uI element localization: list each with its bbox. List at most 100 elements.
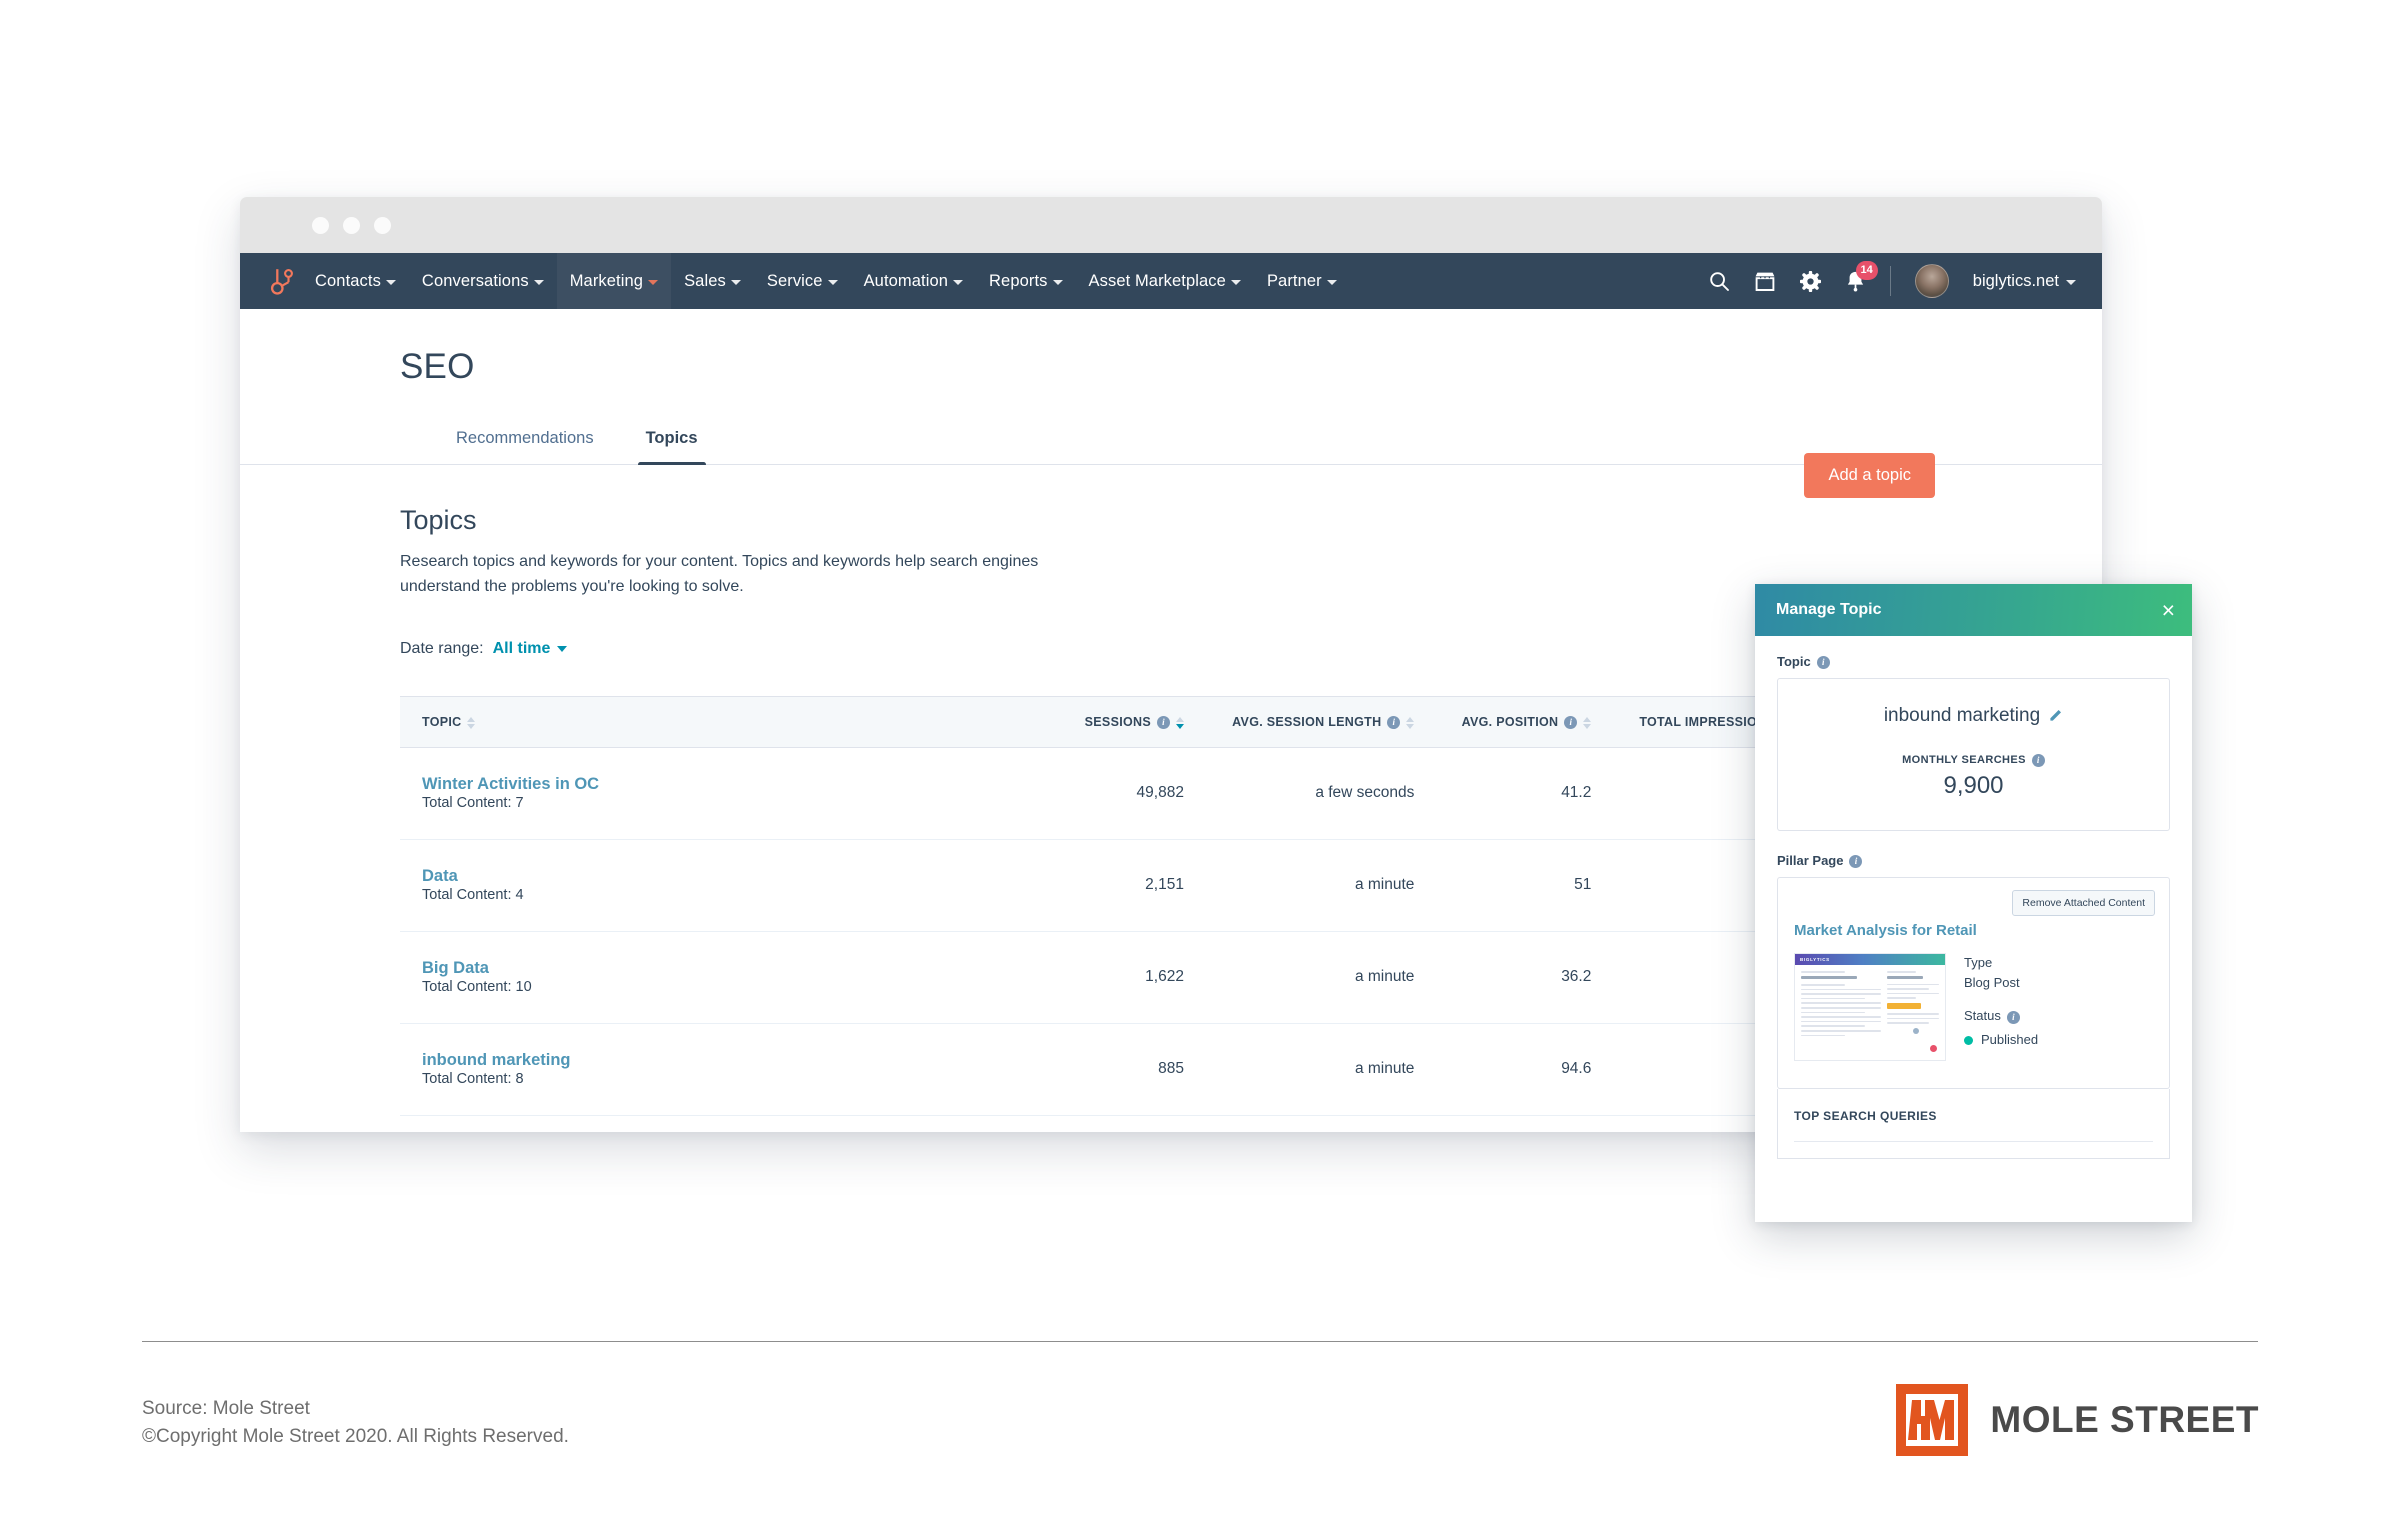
nav-item-label: Automation (863, 271, 949, 290)
nav-right-tools: 14 biglytics.net (1709, 261, 2102, 298)
info-icon[interactable]: i (1849, 855, 1863, 868)
column-header-avg-session-length[interactable]: AVG. SESSION LENGTH i (1205, 695, 1437, 748)
info-icon[interactable]: i (1816, 656, 1830, 669)
sort-toggle[interactable] (1406, 716, 1415, 729)
hubspot-sprocket-logo[interactable] (262, 267, 302, 295)
topic-total-content: Total Content: 10 (422, 978, 532, 995)
thumbnail-line (1887, 992, 1939, 995)
info-icon[interactable]: i (1564, 715, 1578, 729)
info-icon[interactable]: i (1156, 715, 1170, 729)
column-header-topic[interactable]: TOPIC (400, 695, 1060, 748)
remove-attached-content-button[interactable]: Remove Attached Content (2012, 890, 2155, 916)
pillar-meta: Type Blog Post Status i Published (1964, 953, 2038, 1061)
marketplace-icon[interactable] (1754, 271, 1776, 292)
thumbnail-line (1801, 1020, 1882, 1023)
column-label: AVG. POSITION (1461, 714, 1559, 729)
pillar-page-title-link[interactable]: Market Analysis for Retail (1794, 922, 2153, 939)
table-row[interactable]: inbound marketing Total Content: 8 885 a… (400, 1023, 1830, 1116)
pillar-page-thumbnail[interactable]: BIGLYTICS (1794, 953, 1946, 1061)
table-body: Winter Activities in OC Total Content: 7… (400, 747, 1830, 1116)
topic-link[interactable]: inbound marketing (422, 1051, 1038, 1070)
browser-titlebar (240, 197, 2102, 253)
chevron-down-icon (827, 279, 838, 285)
chevron-down-icon (557, 645, 568, 652)
thumbnail-line (1801, 988, 1882, 991)
sort-toggle[interactable] (1175, 716, 1184, 729)
status-badge: Published (1964, 1030, 2038, 1050)
monthly-searches-label-row: MONTHLY SEARCHES i (1788, 753, 2159, 767)
nav-item-marketing[interactable]: Marketing (556, 253, 672, 309)
footer-divider (142, 1341, 2258, 1342)
date-range-dropdown[interactable]: All time (493, 640, 568, 658)
topic-link[interactable]: Big Data (422, 959, 1038, 978)
date-range-value: All time (492, 639, 551, 657)
nav-item-reports[interactable]: Reports (976, 253, 1075, 309)
status-dot-icon (1964, 1035, 1973, 1045)
info-icon[interactable]: i (1387, 715, 1401, 729)
nav-divider (1889, 266, 1891, 296)
tab-topics[interactable]: Topics (620, 419, 724, 467)
tab-label: Topics (645, 429, 698, 447)
info-icon[interactable]: i (2031, 754, 2045, 767)
nav-item-sales[interactable]: Sales (671, 253, 754, 309)
cell-topic: Data Total Content: 4 (400, 839, 1060, 932)
cell-sessions: 2,151 (1060, 839, 1206, 932)
thumbnail-marker-icon (1913, 1028, 1919, 1034)
table-row[interactable]: Data Total Content: 4 2,151 a minute 51 … (400, 839, 1830, 932)
thumbnail-line (1887, 983, 1939, 986)
nav-item-label: Asset Marketplace (1088, 271, 1226, 290)
avatar[interactable] (1914, 264, 1949, 298)
thumbnail-line (1887, 1012, 1939, 1015)
topic-total-content: Total Content: 7 (422, 794, 524, 811)
cell-sessions: 885 (1060, 1023, 1206, 1116)
nav-item-conversations[interactable]: Conversations (409, 253, 557, 309)
copyright-line: ©Copyright Mole Street 2020. All Rights … (142, 1425, 569, 1447)
thumbnail-line (1887, 1017, 1939, 1020)
cell-topic: inbound marketing Total Content: 8 (400, 1023, 1060, 1116)
cell-avg-position: 41.2 (1436, 747, 1614, 840)
table-row[interactable]: Big Data Total Content: 10 1,622 a minut… (400, 931, 1830, 1024)
screenshot-root: Contacts Conversations Marketing Sales S… (0, 0, 2401, 1518)
add-topic-button[interactable]: Add a topic (1804, 453, 1935, 498)
chevron-down-icon (533, 279, 544, 285)
sort-toggle[interactable] (1583, 716, 1592, 729)
cell-avg-position: 36.2 (1436, 931, 1614, 1024)
window-maximize-dot[interactable] (374, 216, 391, 234)
search-icon[interactable] (1709, 271, 1730, 292)
section-heading: Topics (400, 505, 477, 535)
cell-sessions: 49,882 (1060, 747, 1206, 840)
settings-gear-icon[interactable] (1799, 270, 1821, 292)
chevron-down-icon (1052, 279, 1063, 285)
column-header-sessions[interactable]: SESSIONS i (1060, 695, 1206, 748)
window-close-dot[interactable] (312, 216, 329, 234)
topic-total-content: Total Content: 8 (422, 1070, 524, 1087)
thumbnail-line (1801, 1029, 1882, 1032)
sort-toggle[interactable] (467, 716, 476, 729)
cell-topic: Big Data Total Content: 10 (400, 931, 1060, 1024)
window-minimize-dot[interactable] (343, 216, 360, 234)
topic-link[interactable]: Winter Activities in OC (422, 775, 1038, 794)
thumbnail-line (1801, 1034, 1846, 1037)
pillar-page-label: Pillar Page (1777, 853, 1844, 868)
account-menu[interactable]: biglytics.net (1973, 272, 2076, 291)
table-row[interactable]: Winter Activities in OC Total Content: 7… (400, 747, 1830, 840)
tab-label: Recommendations (456, 429, 594, 447)
nav-item-partner[interactable]: Partner (1254, 253, 1350, 309)
topic-link[interactable]: Data (422, 867, 1038, 886)
nav-item-automation[interactable]: Automation (851, 253, 976, 309)
nav-item-service[interactable]: Service (754, 253, 851, 309)
nav-item-label: Marketing (569, 271, 644, 290)
close-icon[interactable]: × (2162, 598, 2175, 622)
thumbnail-line (1801, 1006, 1882, 1009)
chevron-down-icon (730, 279, 741, 285)
info-icon[interactable]: i (2006, 1010, 2020, 1024)
nav-item-contacts[interactable]: Contacts (302, 253, 409, 309)
tab-recommendations[interactable]: Recommendations (430, 419, 620, 464)
column-header-avg-position[interactable]: AVG. POSITION i (1436, 695, 1614, 748)
status-label: Status (1964, 1008, 2001, 1024)
top-search-queries-section: TOP SEARCH QUERIES (1777, 1089, 2170, 1159)
monthly-searches-label: MONTHLY SEARCHES (1902, 753, 2026, 766)
nav-item-asset-marketplace[interactable]: Asset Marketplace (1076, 253, 1254, 309)
notifications-bell-icon[interactable]: 14 (1845, 261, 1878, 292)
edit-pencil-icon[interactable] (2049, 708, 2063, 725)
